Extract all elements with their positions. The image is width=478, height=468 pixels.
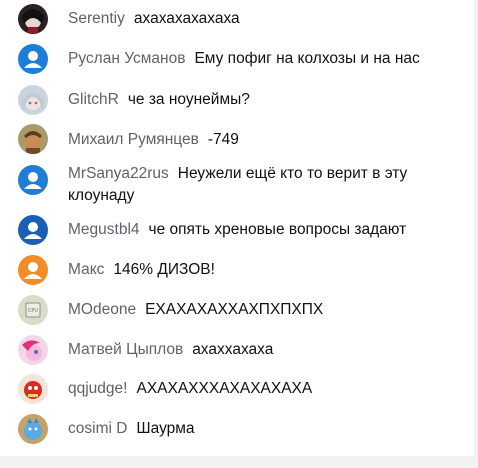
message-text: че опять хреновые вопросы задают <box>148 221 407 238</box>
character-avatar-icon[interactable] <box>18 124 48 154</box>
message-text: -749 <box>207 131 239 148</box>
message-line: cosimi D Шаурма <box>68 418 444 440</box>
author-name[interactable]: Руслан Усманов <box>68 50 185 67</box>
message-text: АХАХАХХХАХАХАХАХА <box>136 380 313 397</box>
red-character-avatar-icon[interactable] <box>18 374 48 404</box>
svg-text:CPU: CPU <box>28 308 39 314</box>
author-name[interactable]: MOdeone <box>68 301 136 318</box>
message-line: MOdeone ЕХАХАХАХХАХПХПХПХ <box>68 299 444 321</box>
message-text: Ему пофиг на колхозы и на нас <box>194 50 420 67</box>
author-name[interactable]: Макс <box>68 261 104 278</box>
blue-creature-avatar-icon[interactable] <box>18 414 48 444</box>
default-user-avatar-icon[interactable] <box>18 255 48 285</box>
scrollbar-track[interactable] <box>474 0 478 468</box>
message-text: ахахахахахаха <box>133 10 240 27</box>
message-line: MrSanya22rus Неужели ещё кто то верит в э… <box>68 163 444 207</box>
author-name[interactable]: Serentiy <box>68 10 125 27</box>
author-name[interactable]: MrSanya22rus <box>68 165 169 182</box>
default-user-avatar-icon[interactable] <box>18 215 48 245</box>
message-line: Михаил Румянцев -749 <box>68 129 444 151</box>
message-text: че за ноунеймы? <box>127 91 250 108</box>
message-line: Матвей Цыплов ахаххахаха <box>68 339 444 361</box>
live-chat-panel: Serentiy ахахахахахаха Руслан Усманов Ему … <box>0 0 474 456</box>
author-name[interactable]: Матвей Цыплов <box>68 341 183 358</box>
cpu-chip-avatar-icon[interactable]: CPU <box>18 295 48 325</box>
message-line: Руслан Усманов Ему пофиг на колхозы и на … <box>68 48 444 70</box>
message-text: Шаурма <box>136 420 195 437</box>
message-line: GlitchR че за ноунеймы? <box>68 89 444 111</box>
message-text: 146% ДИЗОВ! <box>113 261 215 278</box>
default-user-avatar-icon[interactable] <box>18 165 48 195</box>
message-line: Serentiy ахахахахахаха <box>68 8 444 30</box>
message-text: ЕХАХАХАХХАХПХПХПХ <box>145 301 324 318</box>
default-user-avatar-icon[interactable] <box>18 44 48 74</box>
panel-bottom-edge <box>0 456 478 468</box>
anime-girl-avatar-icon[interactable] <box>18 85 48 115</box>
author-name[interactable]: Михаил Румянцев <box>68 131 199 148</box>
author-name[interactable]: qqjudge! <box>68 380 127 397</box>
author-name[interactable]: cosimi D <box>68 420 127 437</box>
author-name[interactable]: GlitchR <box>68 91 119 108</box>
pony-avatar-icon[interactable] <box>18 335 48 365</box>
message-text: ахаххахаха <box>192 341 274 358</box>
message-line: qqjudge! АХАХАХХХАХАХАХАХА <box>68 378 444 400</box>
message-line: Megustbl4 че опять хреновые вопросы задаю… <box>68 219 444 241</box>
dark-anime-avatar-icon[interactable] <box>18 4 48 34</box>
message-line: Макс 146% ДИЗОВ! <box>68 259 444 281</box>
author-name[interactable]: Megustbl4 <box>68 221 140 238</box>
